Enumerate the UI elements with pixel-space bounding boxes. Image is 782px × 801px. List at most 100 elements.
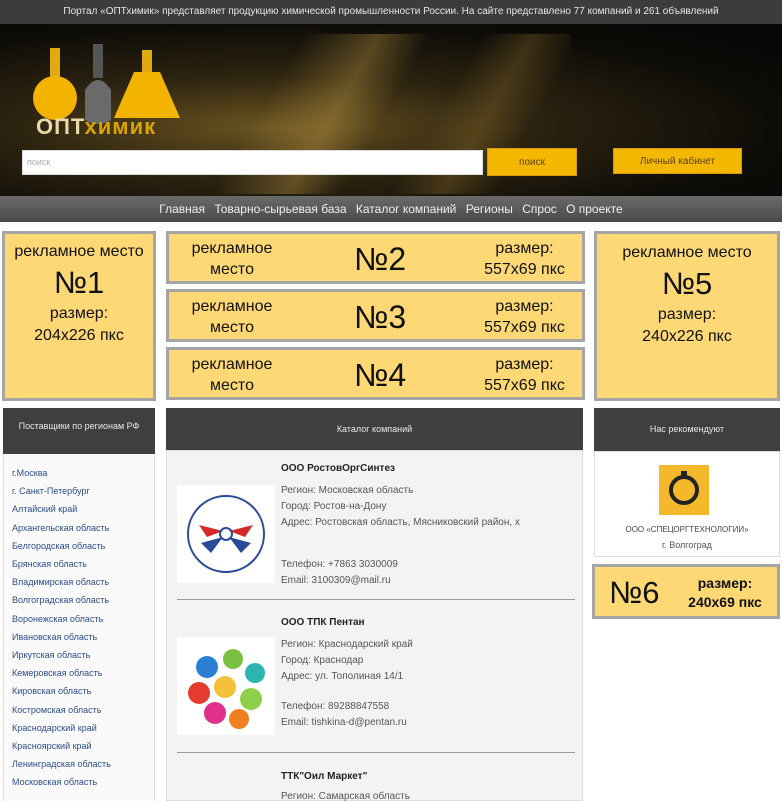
recommended-company-city: г. Волгоград: [662, 540, 712, 550]
company-region: Регион: Краснодарский край: [281, 639, 413, 650]
paint-cans-icon: [188, 649, 265, 729]
recommended-company-name[interactable]: ООО «СПЕЦОРГТЕХНОЛОГИИ»: [595, 525, 779, 534]
ad-slot-4[interactable]: рекламное место №4 размер: 557x69 пкс: [166, 347, 585, 400]
flask-logo-icon: [33, 44, 180, 124]
ad-label: рекламное место: [191, 356, 273, 394]
catalog-divider: [177, 752, 575, 753]
ad-size: 240x69 пкс: [688, 594, 762, 610]
ad-size-label: размер:: [697, 575, 753, 591]
ad-size-block: размер: 240x69 пкс: [675, 574, 775, 612]
region-link[interactable]: Краснодарский край: [12, 719, 154, 737]
nav-commodity-base[interactable]: Товарно-сырьевая база: [214, 202, 346, 216]
ad-size-label: размер:: [49, 305, 109, 322]
company-name[interactable]: ООО РостовОргСинтез: [281, 463, 395, 474]
site-info-banner: Портал «ОПТхимик» представляет продукцию…: [0, 0, 782, 24]
search-button[interactable]: поиск: [487, 148, 577, 176]
region-link[interactable]: Волгоградская область: [12, 591, 154, 609]
regions-list: г.Москва г. Санкт-Петербург Алтайский кр…: [3, 454, 155, 801]
region-link[interactable]: Брянская область: [12, 555, 154, 573]
company-address: Адрес: Ростовская область, Мясниковский …: [281, 517, 520, 528]
ad-size-block: размер: 557x69 пкс: [467, 296, 582, 338]
ad-label: рекламное место: [14, 243, 144, 260]
ad-slot-2[interactable]: рекламное место №2 размер: 557x69 пкс: [166, 231, 585, 284]
region-link[interactable]: Кировская область: [12, 682, 154, 700]
ad-label: рекламное место: [191, 240, 273, 278]
region-link[interactable]: Кемеровская область: [12, 664, 154, 682]
rostov-logo-icon: [187, 495, 265, 573]
ad-slot-6[interactable]: №6 размер: 240x69 пкс: [592, 564, 780, 619]
logo-part-himik: химик: [84, 114, 157, 139]
ad-size-label: размер:: [495, 298, 554, 315]
catalog-divider: [177, 599, 575, 600]
nav-about[interactable]: О проекте: [566, 202, 623, 216]
ad-label: рекламное место: [191, 298, 273, 336]
logo-part-opt: ОПТ: [36, 114, 85, 139]
company-email[interactable]: Email: tishkina-d@pentan.ru: [281, 715, 531, 731]
ad-slot-5[interactable]: рекламное место №5 размер: 240x226 пкс: [594, 231, 780, 401]
company-email[interactable]: Email: 3100309@mail.ru: [281, 573, 531, 589]
ad-number: №3: [354, 299, 407, 335]
company-address: Адрес: ул. Тополиная 14/1: [281, 671, 404, 682]
personal-account-button[interactable]: Личный кабинет: [613, 148, 742, 174]
gear-ring-icon: [669, 471, 699, 505]
company-region: Регион: Самарская область: [281, 791, 410, 801]
ad-size-label: размер:: [495, 356, 554, 373]
company-logo[interactable]: [177, 485, 275, 583]
site-logo-text[interactable]: ОПТхимик: [36, 114, 156, 140]
main-nav: Главная Товарно-сырьевая база Каталог ко…: [0, 196, 782, 222]
region-link[interactable]: Московская область: [12, 773, 154, 791]
company-card[interactable]: ТТК"Оил Маркет" Регион: Самарская област…: [175, 769, 575, 801]
region-link[interactable]: Иркутская область: [12, 646, 154, 664]
ad-slot-1[interactable]: рекламное место №1 размер: 204x226 пкс: [2, 231, 156, 401]
regions-panel-title: Поставщики по регионам РФ: [3, 408, 155, 454]
ad-number: №4: [354, 357, 407, 393]
ad-size: 557x69 пкс: [484, 319, 565, 336]
company-city: Город: Краснодар: [281, 655, 364, 666]
region-link[interactable]: Ивановская область: [12, 628, 154, 646]
ad-number: №6: [609, 575, 660, 610]
company-city: Город: Ростов-на-Дону: [281, 501, 387, 512]
nav-demand[interactable]: Спрос: [522, 202, 557, 216]
ad-number: №1: [53, 265, 105, 300]
ad-size: 240x226 пкс: [642, 328, 732, 345]
company-phone: Телефон: 89288847558: [281, 701, 390, 712]
company-region: Регион: Московская область: [281, 485, 414, 496]
ad-size-label: размер:: [495, 240, 554, 257]
ad-number: №2: [354, 241, 407, 277]
company-logo[interactable]: [177, 637, 275, 735]
region-link[interactable]: Воронежская область: [12, 610, 154, 628]
region-link[interactable]: Архангельская область: [12, 519, 154, 537]
recommend-panel-title: Нас рекомендуют: [594, 408, 780, 451]
ad-size-label: размер:: [657, 306, 717, 323]
region-link[interactable]: г. Санкт-Петербург: [12, 482, 154, 500]
region-link[interactable]: Алтайский край: [12, 500, 154, 518]
catalog-panel-title: Каталог компаний: [166, 408, 583, 450]
nav-company-catalog[interactable]: Каталог компаний: [356, 202, 456, 216]
ad-size-block: размер: 557x69 пкс: [467, 354, 582, 396]
ad-size: 557x69 пкс: [484, 261, 565, 278]
region-link[interactable]: Костромская область: [12, 701, 154, 719]
region-link[interactable]: Владимирская область: [12, 573, 154, 591]
ad-slot-3[interactable]: рекламное место №3 размер: 557x69 пкс: [166, 289, 585, 342]
recommended-company-logo[interactable]: [659, 465, 709, 515]
region-link[interactable]: г.Москва: [12, 464, 154, 482]
region-link[interactable]: Белгородская область: [12, 537, 154, 555]
company-catalog: ООО РостовОргСинтез Регион: Московская о…: [166, 450, 583, 801]
region-link[interactable]: Ленинградская область: [12, 755, 154, 773]
ad-number: №5: [661, 266, 713, 301]
company-name[interactable]: ТТК"Оил Маркет": [281, 771, 367, 782]
nav-home[interactable]: Главная: [159, 202, 205, 216]
nav-regions[interactable]: Регионы: [466, 202, 513, 216]
company-card[interactable]: ООО ТПК Пентан Регион: Краснодарский кра…: [175, 617, 575, 747]
company-phone: Телефон: +7863 3030009: [281, 559, 398, 570]
ad-size: 204x226 пкс: [34, 327, 124, 344]
site-header: ОПТхимик поиск поиск Личный кабинет: [0, 24, 782, 196]
search-input[interactable]: поиск: [22, 150, 483, 175]
region-link[interactable]: Красноярский край: [12, 737, 154, 755]
company-card[interactable]: ООО РостовОргСинтез Регион: Московская о…: [175, 461, 575, 601]
ad-size-block: размер: 557x69 пкс: [467, 238, 582, 280]
ad-size: 557x69 пкс: [484, 377, 565, 394]
company-name[interactable]: ООО ТПК Пентан: [281, 617, 365, 628]
recommend-card[interactable]: ООО «СПЕЦОРГТЕХНОЛОГИИ» г. Волгоград: [594, 451, 780, 557]
ad-label: рекламное место: [622, 244, 752, 261]
